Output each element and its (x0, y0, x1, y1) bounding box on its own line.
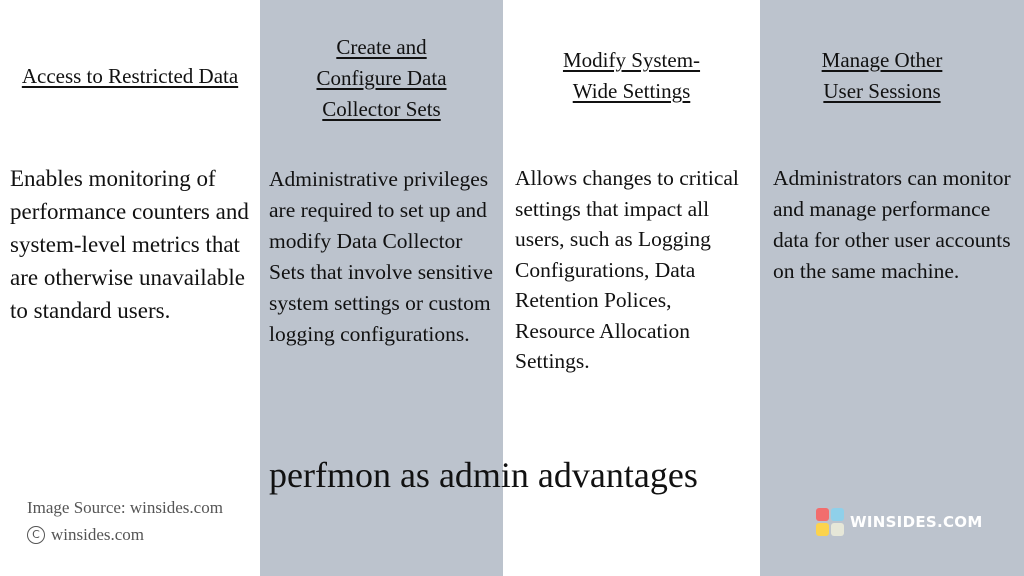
page-title: perfmon as admin advantages (269, 455, 698, 495)
description-other-user-sessions: Administrators can monitor and manage pe… (773, 166, 1011, 283)
copyright-text: winsides.com (51, 525, 145, 544)
four-tile-logo-icon (816, 508, 844, 536)
logo-tile-yellow (816, 523, 829, 536)
logo-text: WINSIDES.COM (850, 513, 983, 531)
copyright-line: C winsides.com (27, 521, 144, 548)
description-data-collector-sets: Administrative privileges are required t… (269, 167, 493, 346)
logo-tile-blue (831, 508, 844, 521)
logo-tile-red (816, 508, 829, 521)
heading-create-configure-data-collector-sets: Create and Configure Data Collector Sets (316, 35, 447, 121)
description-system-wide-settings: Allows changes to critical settings that… (515, 166, 739, 373)
description-access-restricted-data: Enables monitoring of performance counte… (10, 166, 249, 323)
image-source-text: Image Source: winsides.com (27, 498, 223, 517)
heading-manage-other-user-sessions: Manage Other User Sessions (821, 48, 943, 103)
heading-modify-system-wide-settings: Modify System- Wide Settings (562, 48, 701, 103)
heading-access-restricted-data: Access to Restricted Data (21, 64, 239, 88)
winsides-logo: WINSIDES.COM (816, 508, 983, 536)
copyright-icon: C (27, 525, 45, 544)
logo-tile-cream (831, 523, 844, 536)
